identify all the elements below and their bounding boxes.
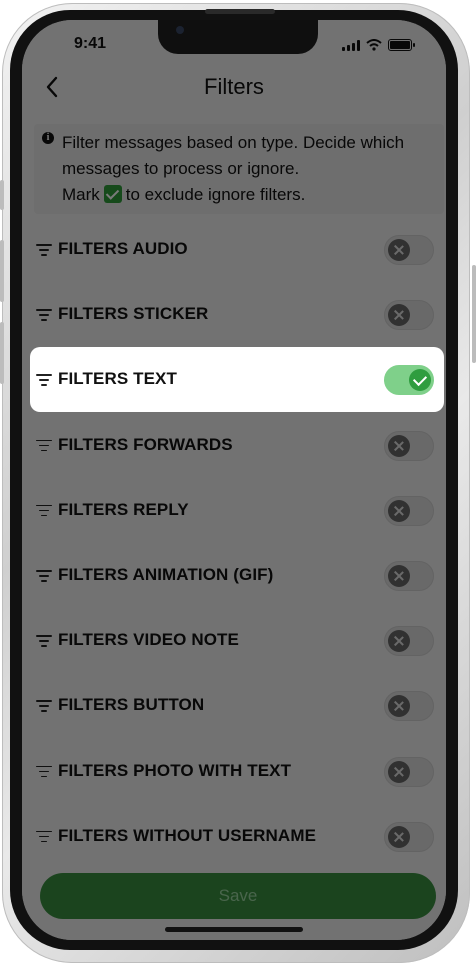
- info-line-1: Filter messages based on type. Decide wh…: [62, 133, 405, 152]
- toggle-knob: [388, 825, 410, 848]
- toggle-knob: [388, 434, 410, 457]
- filter-row[interactable]: FILTERS FORWARDS: [22, 413, 446, 478]
- info-line-3-suffix: to exclude ignore filters.: [125, 185, 306, 204]
- mute-switch: [0, 180, 4, 210]
- filter-label: FILTERS REPLY: [58, 499, 189, 519]
- info-line-3-prefix: Mark: [62, 185, 100, 204]
- filter-toggle[interactable]: [384, 561, 434, 591]
- toggle-knob: [388, 304, 410, 327]
- front-camera: [176, 26, 184, 34]
- save-button[interactable]: Save: [40, 873, 436, 919]
- filter-label: FILTERS FORWARDS: [58, 434, 233, 454]
- filter-icon: [36, 504, 52, 517]
- notch: [158, 20, 318, 54]
- filter-icon: [36, 309, 52, 321]
- filter-icon: [36, 830, 52, 843]
- filter-icon: [36, 439, 52, 452]
- filter-label: FILTERS VIDEO NOTE: [58, 630, 239, 650]
- cellular-signal-icon: [342, 39, 360, 51]
- filter-toggle[interactable]: [384, 756, 434, 787]
- filter-icon: [36, 635, 52, 647]
- filter-toggle[interactable]: [384, 626, 434, 657]
- filter-label: FILTERS ANIMATION (GIF): [58, 565, 274, 584]
- filter-toggle[interactable]: [384, 821, 434, 852]
- filter-toggle[interactable]: [384, 235, 434, 265]
- filter-row[interactable]: FILTERS AUDIO: [22, 217, 446, 282]
- filter-label: FILTERS BUTTON: [58, 695, 205, 715]
- check-mark-icon: [103, 185, 122, 203]
- wifi-icon: [366, 39, 382, 51]
- filter-icon: [36, 374, 52, 386]
- filter-row[interactable]: FILTERS ANIMATION (GIF): [22, 543, 446, 608]
- filter-icon: [36, 244, 52, 256]
- checkmark-icon: [412, 372, 428, 387]
- toggle-knob: [388, 565, 410, 587]
- volume-down-button: [0, 322, 4, 384]
- toggle-knob: [409, 369, 431, 392]
- filter-toggle[interactable]: [384, 495, 434, 526]
- toggle-knob: [388, 760, 410, 783]
- earpiece-speaker: [205, 9, 275, 14]
- info-icon: i: [42, 132, 54, 144]
- filter-row[interactable]: FILTERS WITHOUT USERNAME: [22, 804, 446, 869]
- filter-toggle[interactable]: [384, 300, 434, 331]
- info-line-3: Mark to exclude ignore filters.: [62, 185, 305, 205]
- volume-up-button: [0, 240, 4, 302]
- power-button: [472, 265, 476, 363]
- filter-label: FILTERS TEXT: [58, 369, 177, 389]
- filter-toggle[interactable]: [384, 691, 434, 722]
- toggle-knob: [388, 695, 410, 718]
- filter-icon: [36, 570, 52, 582]
- filter-label: FILTERS AUDIO: [58, 239, 188, 258]
- toggle-knob: [388, 630, 410, 653]
- toggle-knob: [388, 499, 410, 522]
- toggle-knob: [388, 239, 410, 261]
- filter-row[interactable]: FILTERS PHOTO WITH TEXT: [22, 739, 446, 804]
- filter-label: FILTERS PHOTO WITH TEXT: [58, 760, 292, 780]
- filter-toggle[interactable]: [384, 365, 434, 396]
- filter-row[interactable]: FILTERS VIDEO NOTE: [22, 608, 446, 673]
- filter-row[interactable]: FILTERS BUTTON: [22, 673, 446, 738]
- filter-label: FILTERS STICKER: [58, 304, 209, 324]
- filter-toggle[interactable]: [384, 430, 434, 461]
- page-title: Filters: [204, 74, 264, 99]
- filter-row[interactable]: FILTERS TEXT: [30, 347, 444, 413]
- filter-icon: [36, 700, 52, 712]
- battery-icon: [388, 39, 415, 51]
- info-box: i Filter messages based on type. Decide …: [34, 124, 444, 214]
- filter-icon: [36, 765, 52, 778]
- filter-row[interactable]: FILTERS STICKER: [22, 282, 446, 347]
- home-indicator: [165, 927, 303, 932]
- filter-row[interactable]: FILTERS REPLY: [22, 478, 446, 543]
- status-time: 9:41: [74, 35, 107, 52]
- screen: 9:41 Filters i Filter messages based on …: [22, 20, 446, 940]
- info-line-2: messages to process or ignore.: [62, 159, 300, 178]
- filter-label: FILTERS WITHOUT USERNAME: [58, 825, 317, 845]
- status-icons: [342, 39, 415, 51]
